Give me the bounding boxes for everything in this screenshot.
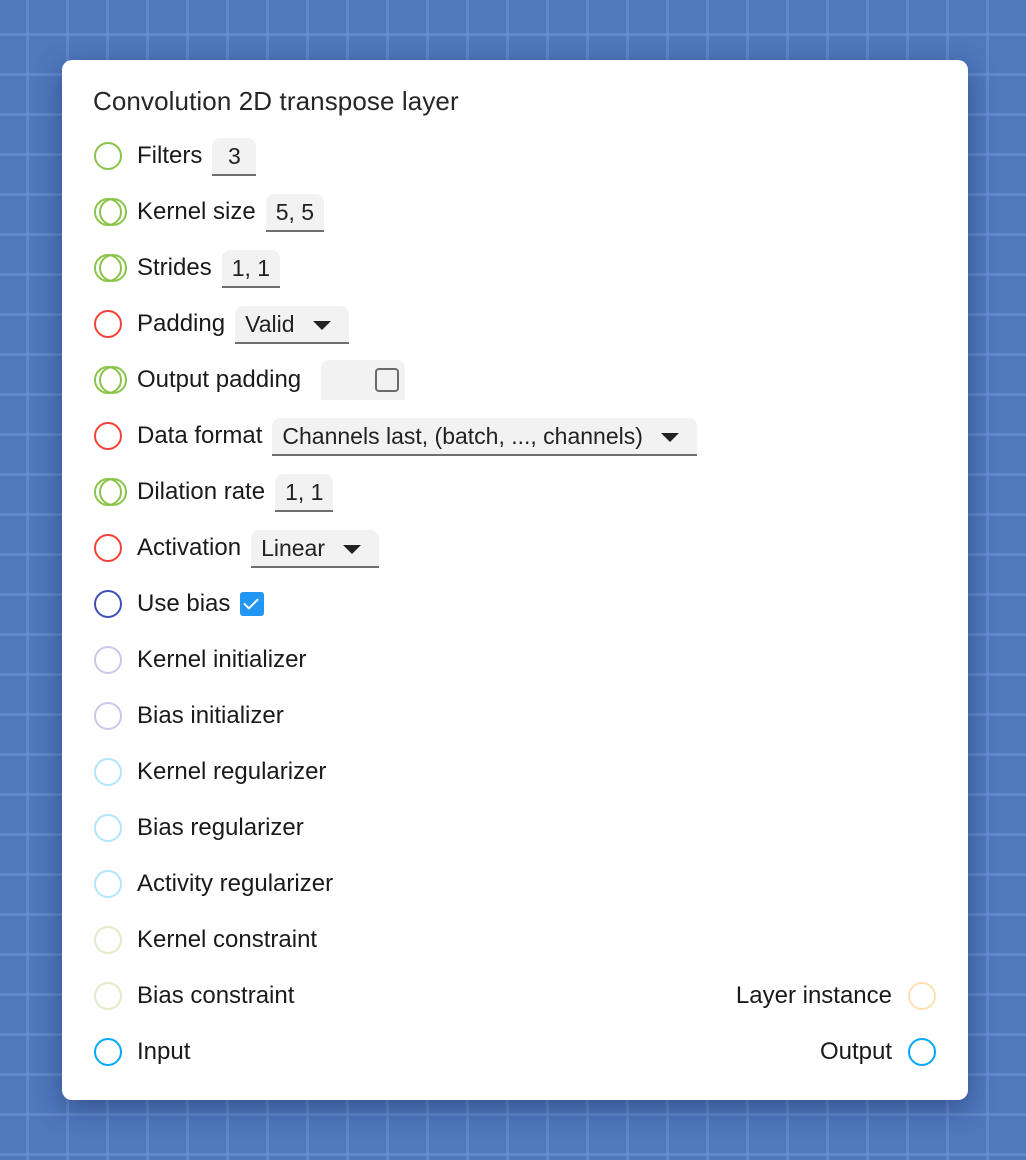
padding-label: Padding: [137, 310, 226, 337]
param-bias-constraint: Bias constraint: [93, 976, 294, 1016]
filters-input-socket-icon[interactable]: [93, 141, 127, 171]
param-kernel-size: Kernel size 5, 5: [93, 192, 325, 232]
node-title: Convolution 2D transpose layer: [93, 86, 459, 116]
filters-value: 3: [227, 142, 241, 169]
param-input: Input: [93, 1032, 190, 1072]
param-activation: Activation Linear: [93, 528, 379, 568]
layer-instance-output-socket-icon[interactable]: [907, 981, 937, 1011]
param-filters: Filters 3: [93, 136, 257, 176]
dropdown-arrow-icon: [343, 545, 361, 554]
bias-constraint-input-socket-icon[interactable]: [93, 981, 127, 1011]
param-bias-initializer: Bias initializer: [93, 696, 284, 736]
input-label: Input: [137, 1038, 191, 1065]
kernel-size-label: Kernel size: [137, 198, 256, 225]
param-data-format: Data format Channels last, (batch, ..., …: [93, 416, 697, 456]
output-padding-label: Output padding: [137, 366, 302, 393]
padding-input-socket-icon[interactable]: [93, 309, 127, 339]
kernel-size-input[interactable]: 5, 5: [265, 194, 325, 232]
data-format-label: Data format: [137, 422, 263, 449]
output-padding-checkbox[interactable]: [375, 368, 400, 392]
padding-select[interactable]: Valid: [235, 306, 349, 344]
layer-instance-label: Layer instance: [735, 982, 892, 1009]
param-bias-regularizer: Bias regularizer: [93, 808, 304, 848]
activity-regularizer-label: Activity regularizer: [137, 870, 334, 897]
activation-selected-value: Linear: [261, 534, 325, 561]
data-format-selected-value: Channels last, (batch, ..., channels): [282, 422, 643, 449]
param-dilation-rate: Dilation rate 1, 1: [93, 472, 334, 512]
dilation-rate-value: 1, 1: [285, 478, 324, 505]
kernel-size-value: 5, 5: [275, 198, 315, 225]
input-socket-icon[interactable]: [93, 1037, 127, 1067]
strides-label: Strides: [137, 254, 212, 281]
kernel-initializer-input-socket-icon[interactable]: [93, 645, 127, 675]
bias-initializer-label: Bias initializer: [137, 702, 284, 729]
data-format-input-socket-icon[interactable]: [93, 421, 127, 451]
param-kernel-initializer: Kernel initializer: [93, 640, 306, 680]
filters-input[interactable]: 3: [212, 138, 257, 176]
use-bias-input-socket-icon[interactable]: [93, 589, 127, 619]
param-strides: Strides 1, 1: [93, 248, 281, 288]
output-padding-input-socket-icon[interactable]: [93, 365, 127, 395]
param-padding: Padding Valid: [93, 304, 349, 344]
padding-selected-value: Valid: [245, 310, 295, 337]
bias-regularizer-input-socket-icon[interactable]: [93, 813, 127, 843]
dilation-rate-label: Dilation rate: [137, 478, 266, 505]
output-output: Output: [820, 1032, 937, 1072]
dilation-rate-input[interactable]: 1, 1: [275, 474, 334, 512]
filters-label: Filters: [137, 142, 203, 169]
activation-select[interactable]: Linear: [251, 530, 379, 568]
strides-input-socket-icon[interactable]: [93, 253, 127, 283]
param-use-bias: Use bias: [93, 584, 265, 624]
output-padding-field: [321, 360, 406, 400]
use-bias-checkbox[interactable]: [240, 592, 265, 616]
use-bias-label: Use bias: [137, 590, 231, 617]
strides-value: 1, 1: [231, 254, 271, 281]
output-socket-icon[interactable]: [907, 1037, 937, 1067]
activation-input-socket-icon[interactable]: [93, 533, 127, 563]
bias-regularizer-label: Bias regularizer: [137, 814, 304, 841]
param-kernel-regularizer: Kernel regularizer: [93, 752, 326, 792]
kernel-size-input-socket-icon[interactable]: [93, 197, 127, 227]
layer-node-card[interactable]: Convolution 2D transpose layer Filters 3…: [62, 60, 968, 1100]
output-label: Output: [819, 1038, 892, 1065]
kernel-constraint-input-socket-icon[interactable]: [93, 925, 127, 955]
strides-input[interactable]: 1, 1: [221, 250, 281, 288]
kernel-regularizer-input-socket-icon[interactable]: [93, 757, 127, 787]
param-output-padding: Output padding: [93, 360, 406, 400]
data-format-select[interactable]: Channels last, (batch, ..., channels): [272, 418, 697, 456]
activation-label: Activation: [137, 534, 242, 561]
dropdown-arrow-icon: [312, 321, 331, 330]
kernel-constraint-label: Kernel constraint: [137, 926, 318, 953]
bias-constraint-label: Bias constraint: [137, 982, 295, 1009]
output-layer-instance: Layer instance: [736, 976, 937, 1016]
dilation-rate-input-socket-icon[interactable]: [93, 477, 127, 507]
param-kernel-constraint: Kernel constraint: [93, 920, 317, 960]
param-activity-regularizer: Activity regularizer: [93, 864, 333, 904]
bias-initializer-input-socket-icon[interactable]: [93, 701, 127, 731]
kernel-regularizer-label: Kernel regularizer: [137, 758, 327, 785]
activity-regularizer-input-socket-icon[interactable]: [93, 869, 127, 899]
dropdown-arrow-icon: [660, 433, 679, 442]
kernel-initializer-label: Kernel initializer: [137, 646, 307, 673]
checkmark-icon: [243, 594, 260, 610]
